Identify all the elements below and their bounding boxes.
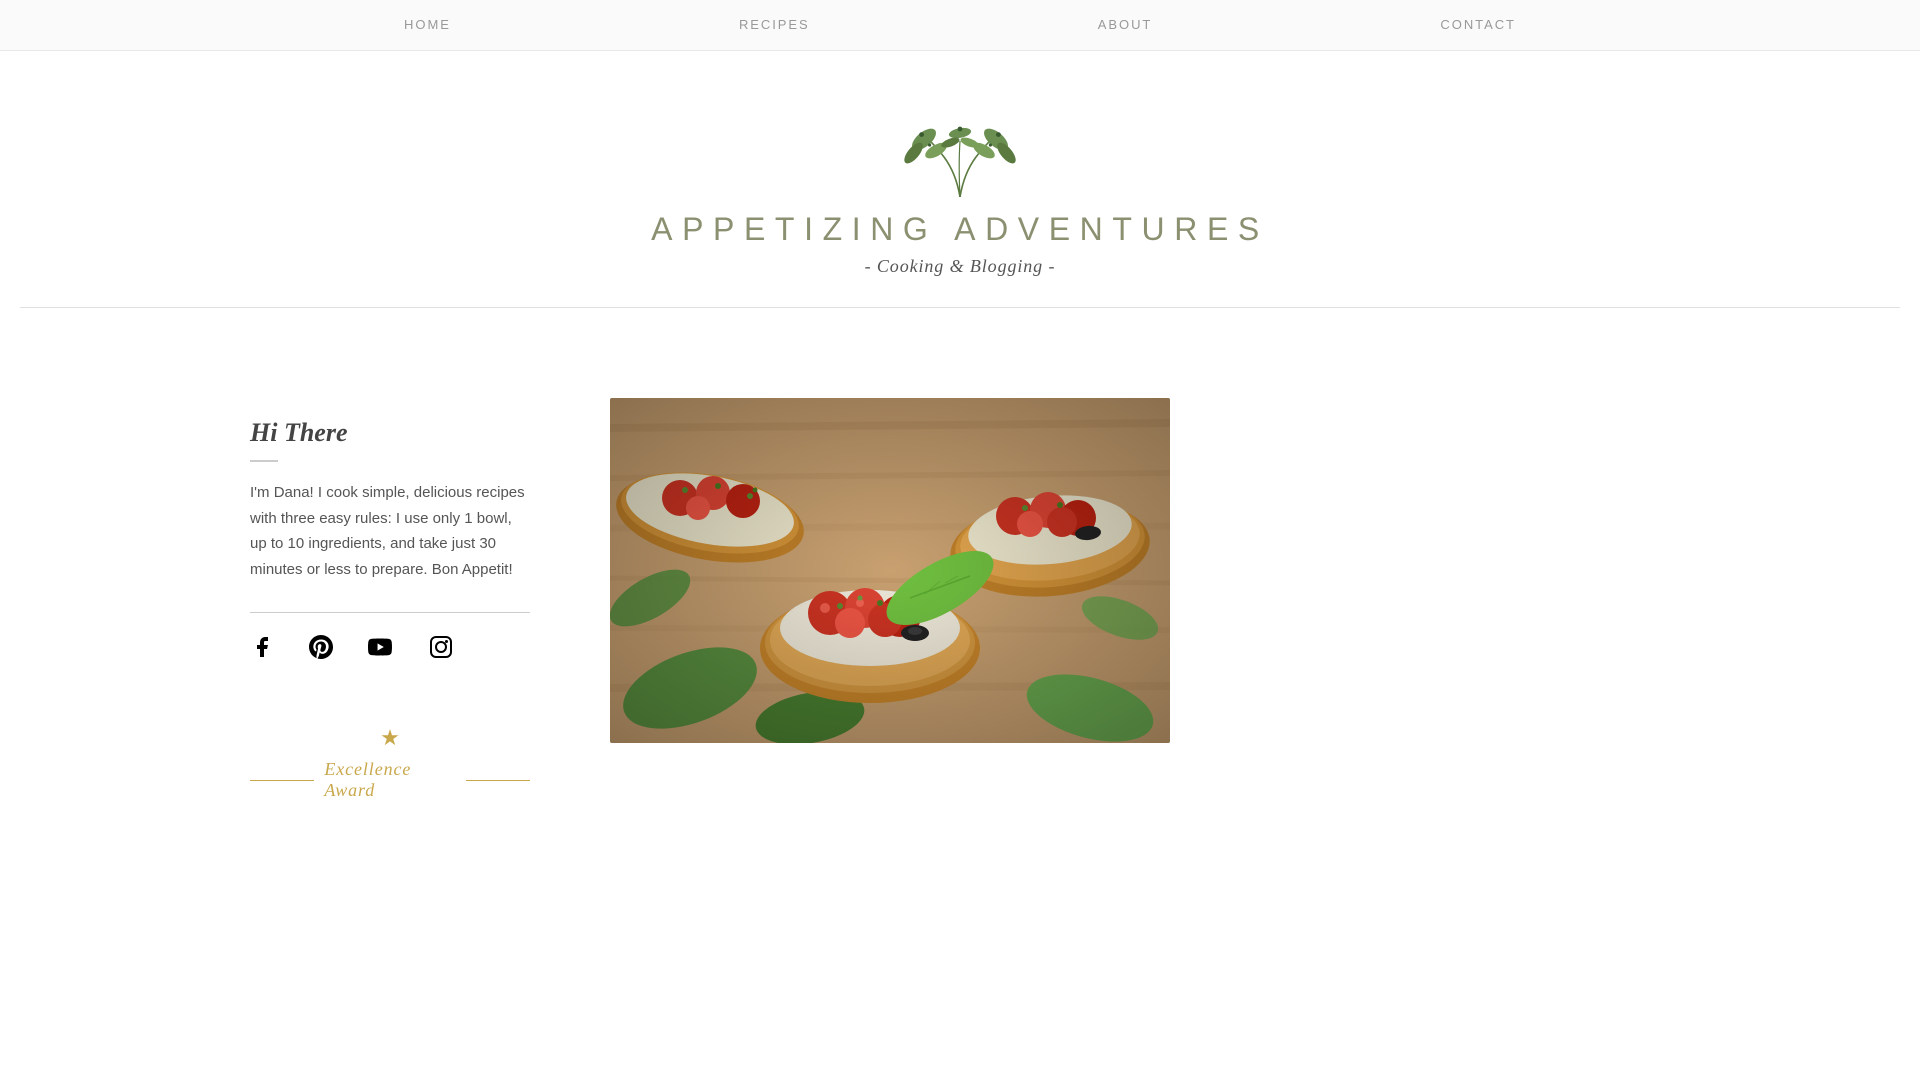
greeting-divider [250, 460, 278, 462]
bio-text: I'm Dana! I cook simple, delicious recip… [250, 480, 530, 582]
nav-contact[interactable]: CONTACT [1440, 17, 1516, 32]
facebook-icon[interactable] [250, 635, 274, 665]
award-star-icon: ★ [380, 725, 400, 751]
left-panel: Hi There I'm Dana! I cook simple, delici… [250, 398, 530, 801]
food-image-panel [610, 398, 1170, 743]
greeting-heading: Hi There [250, 418, 530, 448]
nav-home[interactable]: HOME [404, 17, 451, 32]
instagram-icon[interactable] [429, 635, 453, 665]
award-line-right [466, 780, 530, 781]
bruschetta-image [610, 398, 1170, 743]
site-subtitle: - Cooking & Blogging - [865, 256, 1056, 277]
social-icons-row [250, 635, 530, 665]
nav-about[interactable]: ABOUT [1098, 17, 1153, 32]
navigation: HOME RECIPES ABOUT CONTACT [0, 0, 1920, 51]
site-title: APPETIZING ADVENTURES [651, 211, 1269, 248]
award-label-row: Excellence Award [250, 759, 530, 801]
nav-recipes[interactable]: RECIPES [739, 17, 810, 32]
social-divider [250, 612, 530, 613]
hero-section: APPETIZING ADVENTURES - Cooking & Bloggi… [0, 51, 1920, 338]
award-label: Excellence Award [324, 759, 455, 801]
logo-plant-icon [880, 111, 1040, 211]
pinterest-icon[interactable] [309, 635, 333, 665]
hero-divider [20, 307, 1900, 308]
main-content: Hi There I'm Dana! I cook simple, delici… [0, 338, 1920, 861]
food-image [610, 398, 1170, 743]
youtube-icon[interactable] [368, 635, 394, 665]
award-section: ★ Excellence Award [250, 725, 530, 801]
award-line-left [250, 780, 314, 781]
